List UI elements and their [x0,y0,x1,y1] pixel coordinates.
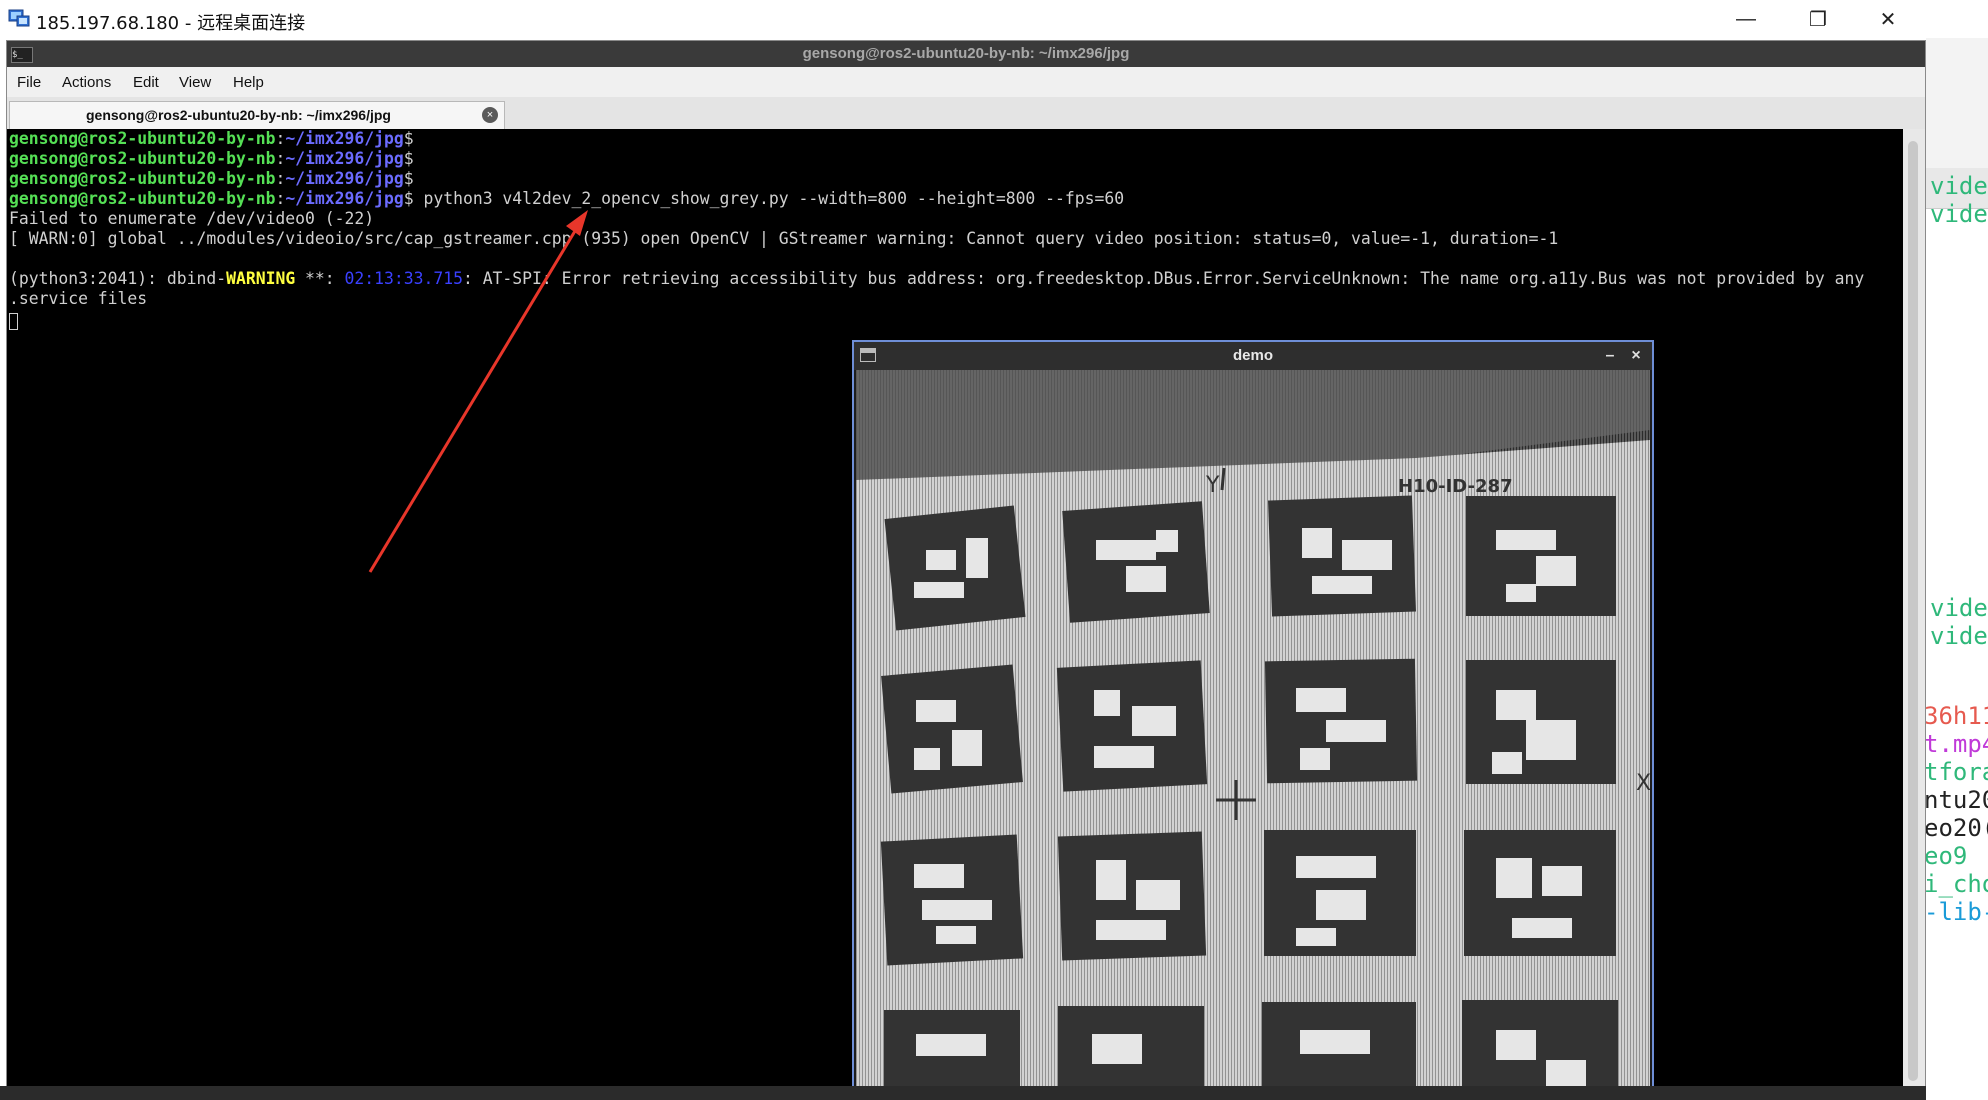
terminal-titlebar: $_ gensong@ros2-ubuntu20-by-nb: ~/imx296… [7,41,1925,67]
scrollbar-thumb[interactable] [1908,141,1918,1081]
rdp-window-title: 185.197.68.180 - 远程桌面连接 [36,13,306,34]
terminal-title: gensong@ros2-ubuntu20-by-nb: ~/imx296/jp… [802,45,1130,62]
menu-view[interactable]: View [179,74,211,91]
demo-titlebar: demo – × [854,342,1652,370]
warning-message: : AT-SPI: Error retrieving accessibility… [462,269,1865,288]
warning-label: WARNING [226,269,296,288]
background-text-line: 36h11 [1926,702,1988,730]
warning-timestamp: 02:13:33.715 [344,269,463,288]
background-window-header [1926,38,1988,168]
terminal-output-line: [ WARN:0] global ../modules/videoio/src/… [9,229,1559,248]
terminal-output-line: .service files [9,289,148,308]
demo-minimize-button[interactable]: – [1598,345,1622,367]
prompt-user: gensong@ros2-ubuntu20-by-nb [9,149,276,168]
prompt-user: gensong@ros2-ubuntu20-by-nb [9,129,276,148]
camera-feed-image: H10-ID-287 Y X [856,370,1650,1098]
terminal-line: gensong@ros2-ubuntu20-by-nb:~/imx296/jpg… [9,129,414,148]
menu-edit[interactable]: Edit [133,74,159,91]
background-text-line: ntu20 [1926,786,1988,814]
terminal-output-line: (python3:2041): dbind-WARNING **: 02:13:… [9,269,1864,289]
remote-desktop-icon [8,9,30,27]
rdp-window-titlebar: 185.197.68.180 - 远程桌面连接 — ❐ ✕ [0,0,1988,38]
terminal-output-line: Failed to enumerate /dev/video0 (-22) [9,209,375,228]
demo-window: demo – × H10-ID-287 Y X [852,340,1654,1100]
axis-y-label: Y [1205,473,1220,498]
terminal-line: gensong@ros2-ubuntu20-by-nb:~/imx296/jpg… [9,169,414,188]
terminal-tabbar: gensong@ros2-ubuntu20-by-nb: ~/imx296/jp… [7,97,1925,130]
terminal-menubar: File Actions Edit View Help [7,67,1925,97]
prompt-user: gensong@ros2-ubuntu20-by-nb [9,169,276,188]
tab-close-icon[interactable]: × [482,107,498,123]
terminal-scrollbar[interactable] [1903,129,1925,1099]
background-window-partial: vide vide vide vide 36h11 t.mp4 tfora nt… [1926,38,1988,1100]
prompt-user: gensong@ros2-ubuntu20-by-nb [9,189,276,208]
menu-actions[interactable]: Actions [62,74,111,91]
rdp-restore-button[interactable]: ❐ [1782,0,1854,38]
taskbar-partial [0,1086,1926,1100]
background-text-line: tfora [1926,758,1988,786]
terminal-command: python3 v4l2dev_2_opencv_show_grey.py --… [423,189,1125,208]
rdp-minimize-button[interactable]: — [1710,0,1782,38]
background-text-line: eo9 [1926,842,1968,870]
prompt-path: ~/imx296/jpg [285,189,404,208]
warning-stars: **: [295,269,345,288]
menu-file[interactable]: File [17,74,41,91]
axis-x-label: X [1636,771,1650,796]
demo-title: demo [1232,347,1273,364]
prompt-path: ~/imx296/jpg [285,149,404,168]
demo-close-button[interactable]: × [1624,345,1648,367]
rdp-close-button[interactable]: ✕ [1852,0,1924,38]
background-text-line: i_cho [1926,870,1988,898]
terminal-line: gensong@ros2-ubuntu20-by-nb:~/imx296/jpg… [9,149,414,168]
background-text-line: vide [1930,622,1988,650]
board-label: H10-ID-287 [1398,476,1513,497]
terminal-cursor [9,313,18,330]
terminal-line: gensong@ros2-ubuntu20-by-nb:~/imx296/jpg… [9,189,1125,208]
background-text-line: eo20( [1926,814,1988,842]
prompt-path: ~/imx296/jpg [285,169,404,188]
background-text-line: t.mp4 [1926,730,1988,758]
background-text-line: vide [1930,594,1988,622]
prompt-path: ~/imx296/jpg [285,129,404,148]
terminal-tab[interactable]: gensong@ros2-ubuntu20-by-nb: ~/imx296/jp… [9,101,505,129]
background-text-line: -lib- [1926,898,1988,926]
background-text-line: vide [1930,200,1988,228]
background-text-line: vide [1930,172,1988,200]
warning-prefix: (python3:2041): dbind- [9,269,227,288]
terminal-tab-label: gensong@ros2-ubuntu20-by-nb: ~/imx296/jp… [86,107,391,123]
menu-help[interactable]: Help [233,74,264,91]
